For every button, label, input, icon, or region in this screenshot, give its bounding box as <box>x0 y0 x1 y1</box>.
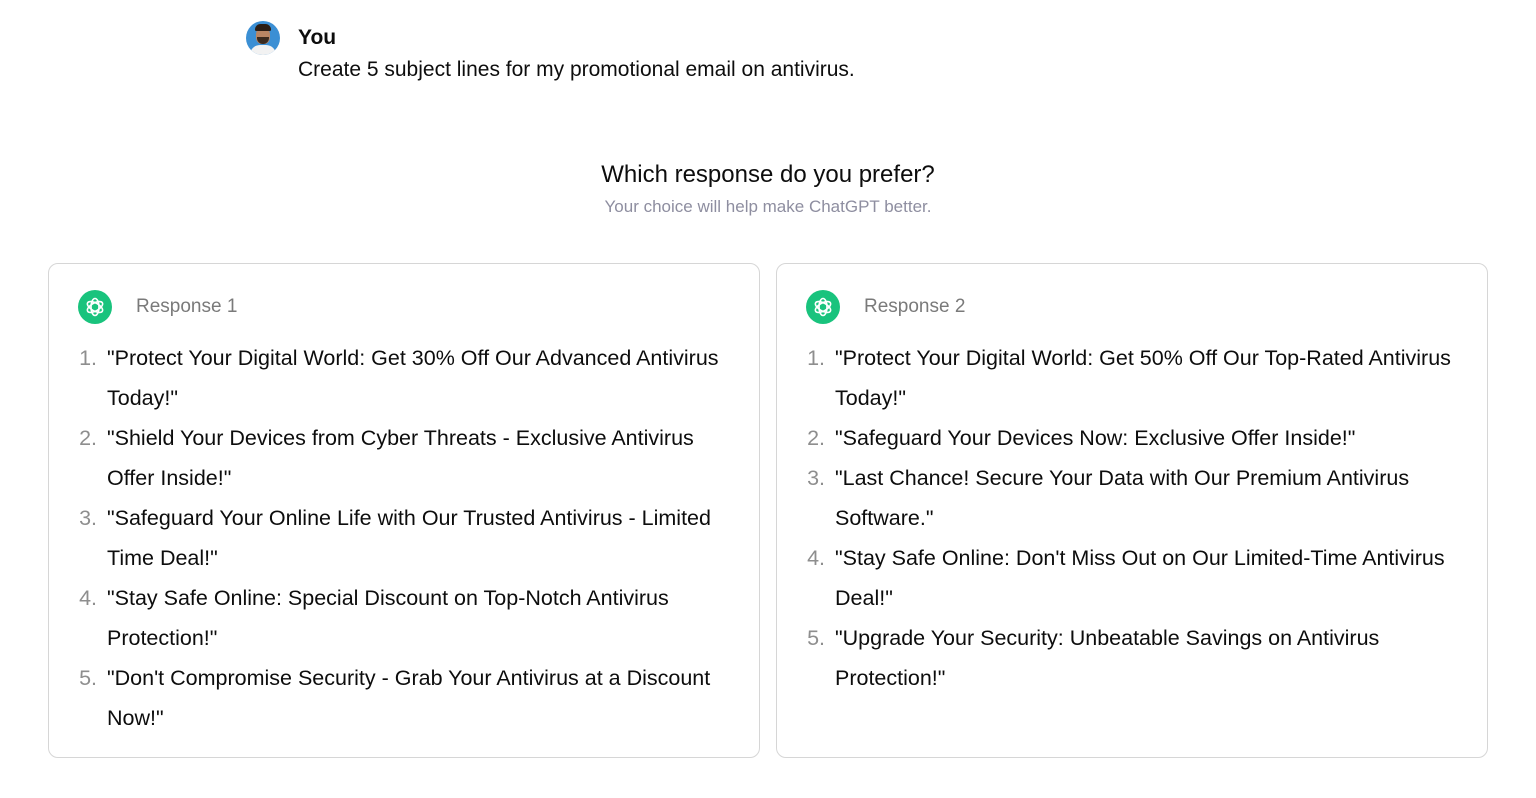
list-item: 3. "Last Chance! Secure Your Data with O… <box>777 458 1487 538</box>
list-item-number: 1. <box>807 346 825 370</box>
user-message: You Create 5 subject lines for my promot… <box>246 20 855 82</box>
list-item-text: "Shield Your Devices from Cyber Threats … <box>107 426 694 490</box>
list-item: 4. "Stay Safe Online: Special Discount o… <box>49 578 759 658</box>
list-item-number: 3. <box>807 466 825 490</box>
chatgpt-logo-icon <box>806 290 840 324</box>
list-item-number: 5. <box>79 666 97 690</box>
list-item-text: "Protect Your Digital World: Get 30% Off… <box>107 346 719 410</box>
list-item-number: 3. <box>79 506 97 530</box>
list-item: 3. "Safeguard Your Online Life with Our … <box>49 498 759 578</box>
user-message-text: Create 5 subject lines for my promotiona… <box>298 58 855 81</box>
response-list: 1. "Protect Your Digital World: Get 50% … <box>777 338 1487 698</box>
response-card-1[interactable]: Response 1 1. "Protect Your Digital Worl… <box>48 263 760 758</box>
list-item: 1. "Protect Your Digital World: Get 30% … <box>49 338 759 418</box>
response-card-2[interactable]: Response 2 1. "Protect Your Digital Worl… <box>776 263 1488 758</box>
user-name: You <box>298 26 337 49</box>
response-list: 1. "Protect Your Digital World: Get 30% … <box>49 338 759 738</box>
preference-subtitle: Your choice will help make ChatGPT bette… <box>604 197 932 216</box>
list-item: 5. "Don't Compromise Security - Grab You… <box>49 658 759 738</box>
preference-prompt: Which response do you prefer? Your choic… <box>0 160 1536 218</box>
list-item: 5. "Upgrade Your Security: Unbeatable Sa… <box>777 618 1487 698</box>
list-item-text: "Stay Safe Online: Special Discount on T… <box>107 586 669 650</box>
response-card-header: Response 2 <box>806 290 965 324</box>
list-item-text: "Stay Safe Online: Don't Miss Out on Our… <box>835 546 1445 610</box>
list-item-text: "Last Chance! Secure Your Data with Our … <box>835 466 1410 530</box>
list-item: 2. "Shield Your Devices from Cyber Threa… <box>49 418 759 498</box>
list-item: 4. "Stay Safe Online: Don't Miss Out on … <box>777 538 1487 618</box>
response-title: Response 2 <box>864 296 966 317</box>
preference-title: Which response do you prefer? <box>601 161 935 188</box>
list-item-number: 5. <box>807 626 825 650</box>
list-item: 2. "Safeguard Your Devices Now: Exclusiv… <box>777 418 1487 458</box>
list-item-number: 1. <box>79 346 97 370</box>
list-item-number: 2. <box>79 426 97 450</box>
list-item-number: 4. <box>807 546 825 570</box>
list-item-text: "Don't Compromise Security - Grab Your A… <box>107 666 711 730</box>
user-avatar <box>246 21 280 55</box>
response-title: Response 1 <box>136 296 238 317</box>
list-item: 1. "Protect Your Digital World: Get 50% … <box>777 338 1487 418</box>
user-message-header: You <box>246 20 855 56</box>
list-item-number: 4. <box>79 586 97 610</box>
chatgpt-logo-icon <box>78 290 112 324</box>
response-card-header: Response 1 <box>78 290 237 324</box>
list-item-text: "Upgrade Your Security: Unbeatable Savin… <box>835 626 1380 690</box>
list-item-text: "Protect Your Digital World: Get 50% Off… <box>835 346 1451 410</box>
list-item-text: "Safeguard Your Devices Now: Exclusive O… <box>835 426 1356 450</box>
list-item-number: 2. <box>807 426 825 450</box>
list-item-text: "Safeguard Your Online Life with Our Tru… <box>107 506 711 570</box>
